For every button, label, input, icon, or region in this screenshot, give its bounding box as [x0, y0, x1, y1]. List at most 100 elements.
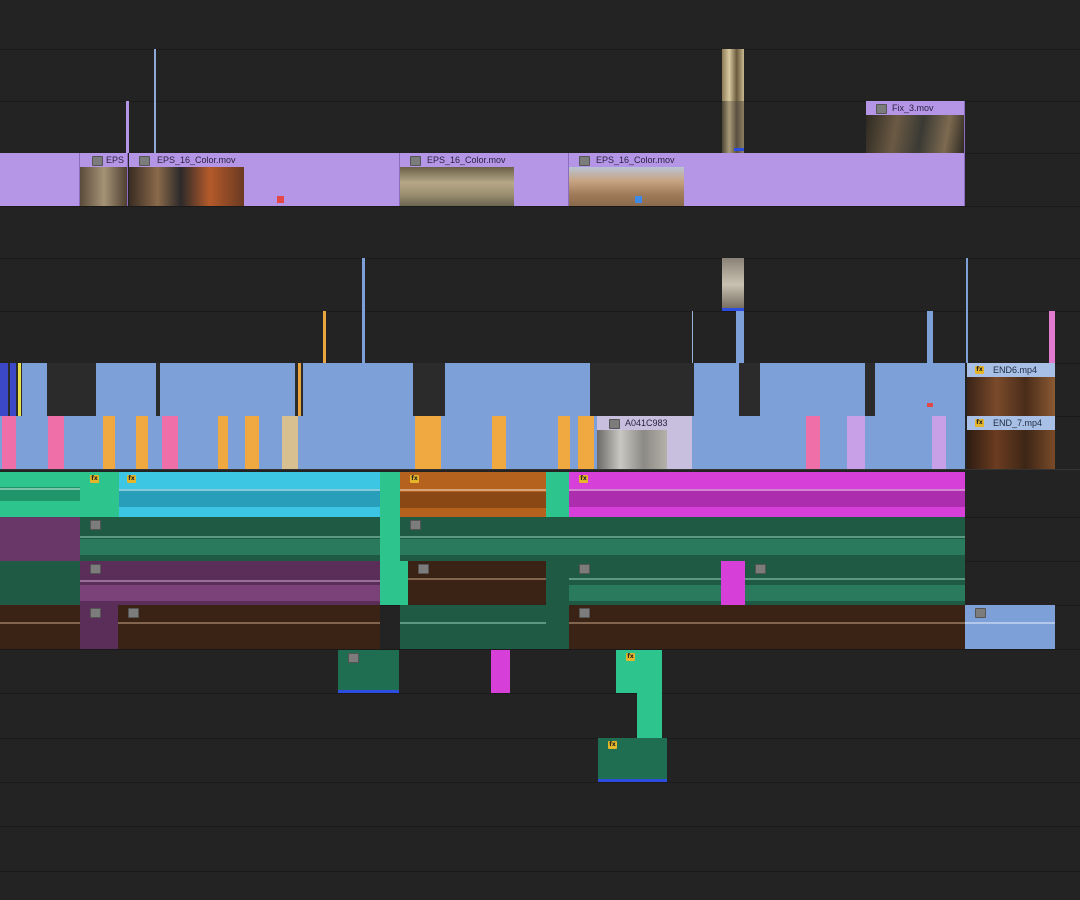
thin-clip[interactable] — [362, 258, 365, 311]
audio-clip[interactable] — [546, 605, 569, 649]
clip-thumbnail — [569, 167, 684, 206]
audio-clip[interactable]: fx — [119, 472, 380, 517]
clip-marker — [338, 690, 399, 693]
audio-clip[interactable] — [965, 605, 1055, 649]
nested-clip-track[interactable] — [0, 363, 965, 416]
clip-name: Fix_3.mov — [892, 103, 934, 113]
track-divider — [0, 649, 1080, 650]
audio-clip[interactable]: fx — [598, 738, 667, 782]
clip-header: EPS — [80, 153, 127, 167]
audio-clip[interactable] — [118, 605, 380, 649]
audio-clip[interactable] — [0, 605, 80, 649]
video-clip[interactable] — [0, 153, 80, 206]
track-divider — [0, 738, 1080, 739]
clip-name: EPS — [106, 155, 125, 165]
clip-name: EPS_16_Color.mov — [427, 155, 506, 165]
clip-thumbnail[interactable] — [722, 101, 744, 153]
track-divider — [0, 49, 1080, 50]
clip-eps-color-1[interactable]: EPS_16_Color.mov — [129, 153, 400, 206]
audio-clip[interactable] — [546, 561, 569, 605]
waveform — [400, 622, 546, 624]
track-divider — [0, 311, 1080, 312]
waveform — [80, 536, 380, 555]
audio-clip[interactable] — [400, 517, 965, 561]
fx-badge-icon — [348, 653, 359, 663]
fx-badge-icon — [579, 156, 590, 166]
clip-marker — [734, 148, 744, 151]
clip-header: fx END_7.mp4 — [967, 416, 1055, 430]
clip-name: EPS_16_Color.mov — [596, 155, 675, 165]
audio-clip[interactable] — [637, 693, 662, 738]
thin-clip[interactable] — [362, 311, 365, 363]
nested-clip-track[interactable] — [0, 416, 965, 469]
audio-clip[interactable] — [0, 561, 80, 605]
clip-thumbnail[interactable] — [722, 49, 744, 101]
audio-clip[interactable] — [380, 517, 400, 561]
waveform — [569, 489, 965, 507]
waveform — [400, 536, 965, 555]
track-divider — [0, 206, 1080, 207]
audio-clip[interactable] — [721, 561, 745, 605]
audio-clip[interactable] — [0, 517, 80, 561]
clip-name: END6.mp4 — [993, 365, 1038, 375]
clip-marker — [277, 196, 284, 203]
clip-end7[interactable]: fx END_7.mp4 — [967, 416, 1055, 469]
audio-clip[interactable] — [400, 605, 546, 649]
thin-clip[interactable] — [323, 311, 326, 363]
audio-clip[interactable] — [380, 561, 408, 605]
clip-marker — [635, 196, 642, 203]
waveform — [118, 622, 380, 624]
waveform — [0, 487, 80, 501]
fx-badge-icon — [139, 156, 150, 166]
audio-clip[interactable] — [80, 517, 380, 561]
thin-clip[interactable] — [966, 258, 968, 363]
audio-clip[interactable] — [338, 650, 399, 693]
clip-end6[interactable]: fx END6.mp4 — [967, 363, 1055, 416]
fx-badge-icon — [90, 608, 101, 618]
thin-clip[interactable] — [927, 311, 933, 363]
audio-clip[interactable]: fx — [80, 472, 119, 517]
audio-clip[interactable] — [0, 472, 80, 517]
clip-eps-color-3[interactable]: EPS_16_Color.mov — [569, 153, 965, 206]
clip-thumbnail — [80, 167, 127, 206]
track-divider — [0, 782, 1080, 783]
fx-badge-icon — [92, 156, 103, 166]
clip-fix3[interactable]: Fix_3.mov — [866, 101, 965, 153]
audio-clip[interactable] — [546, 472, 569, 517]
thin-clip[interactable] — [126, 101, 129, 153]
track-divider — [0, 826, 1080, 827]
audio-clip[interactable]: fx — [616, 650, 662, 693]
thin-clip[interactable] — [692, 311, 693, 363]
track-divider — [0, 693, 1080, 694]
audio-clip[interactable] — [80, 605, 118, 649]
thin-clip[interactable] — [1049, 311, 1055, 363]
clip-eps-color-2[interactable]: EPS_16_Color.mov — [400, 153, 569, 206]
waveform — [408, 578, 546, 580]
clip-thumbnail — [129, 167, 244, 206]
audio-clip[interactable]: fx — [569, 472, 965, 517]
track-divider — [0, 258, 1080, 259]
clip-strips — [0, 416, 965, 469]
thin-clip[interactable] — [736, 311, 744, 363]
clip-thumbnail[interactable] — [722, 258, 744, 311]
video-audio-divider — [0, 469, 1080, 470]
fx-badge-icon — [410, 156, 421, 166]
thin-clip[interactable] — [154, 49, 156, 153]
audio-clip[interactable] — [569, 561, 721, 605]
clip-thumbnail — [967, 430, 1055, 469]
waveform — [569, 578, 721, 601]
audio-clip[interactable]: fx — [400, 472, 546, 517]
clip-a041[interactable]: A041C983 — [597, 416, 692, 469]
audio-clip[interactable] — [408, 561, 546, 605]
waveform — [569, 622, 965, 624]
sequence-timeline[interactable]: Fix_3.mov EPS EPS_16_Color.mov EPS_16_Co… — [0, 0, 1080, 900]
audio-clip[interactable] — [491, 650, 510, 693]
audio-clip[interactable] — [380, 472, 400, 517]
clip-name: END_7.mp4 — [993, 418, 1043, 428]
audio-clip[interactable] — [569, 605, 965, 649]
fx-badge-icon: fx — [90, 475, 99, 483]
waveform — [0, 622, 80, 624]
audio-clip[interactable] — [80, 561, 380, 605]
clip-eps-short[interactable]: EPS — [80, 153, 128, 206]
audio-clip[interactable] — [745, 561, 965, 605]
